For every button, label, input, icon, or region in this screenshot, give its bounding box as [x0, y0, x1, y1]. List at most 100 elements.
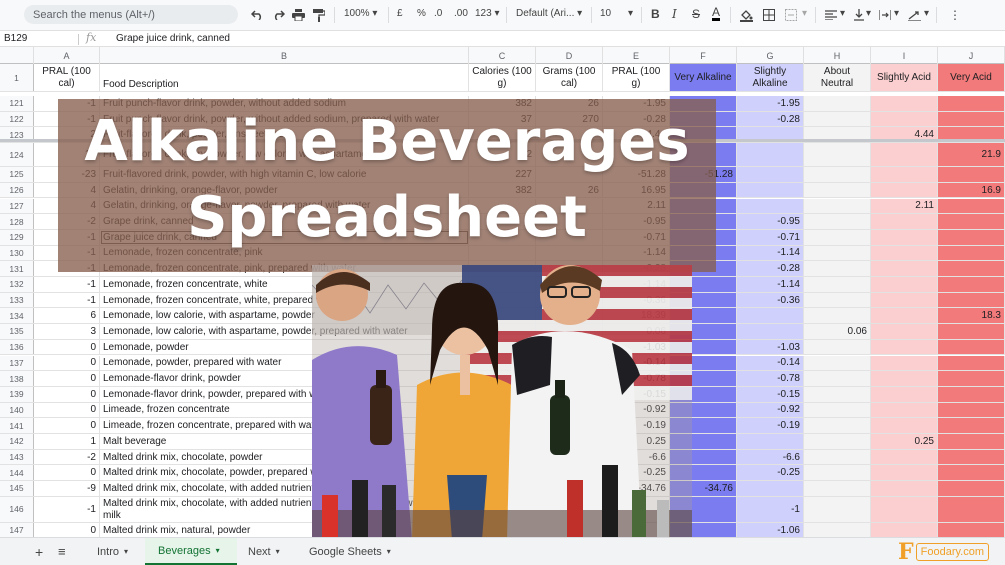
cell-j[interactable]: [938, 355, 1005, 371]
cell-j[interactable]: [938, 229, 1005, 245]
row-number[interactable]: 129: [0, 229, 34, 245]
cell-h[interactable]: [804, 386, 871, 402]
row-number[interactable]: 122: [0, 111, 34, 127]
cell-j[interactable]: [938, 481, 1005, 496]
strikethrough-button[interactable]: S: [692, 7, 700, 21]
cell-g[interactable]: [737, 198, 804, 214]
cell-i[interactable]: [871, 371, 938, 386]
cell-a[interactable]: 0: [34, 371, 100, 386]
header-cell-d[interactable]: Grams (100 cal): [536, 64, 603, 91]
cell-j[interactable]: [938, 465, 1005, 481]
cell-j[interactable]: [938, 214, 1005, 229]
cell-h[interactable]: [804, 434, 871, 449]
row-number[interactable]: 141: [0, 418, 34, 433]
cell-j[interactable]: [938, 339, 1005, 355]
italic-button[interactable]: I: [672, 7, 677, 21]
cell-i[interactable]: [871, 522, 938, 537]
more-options-icon[interactable]: ⋮: [948, 7, 962, 23]
cell-j[interactable]: [938, 292, 1005, 308]
chevron-down-icon[interactable]: ▾: [840, 8, 845, 19]
row-number[interactable]: 139: [0, 386, 34, 402]
decrease-decimal-button[interactable]: .0: [434, 8, 442, 19]
row-number[interactable]: 127: [0, 198, 34, 214]
header-cell-b[interactable]: Food Description: [100, 64, 469, 91]
row-number[interactable]: 137: [0, 355, 34, 371]
cell-h[interactable]: [804, 418, 871, 433]
cell-i[interactable]: [871, 111, 938, 127]
cell-h[interactable]: [804, 292, 871, 308]
row-number[interactable]: 144: [0, 465, 34, 481]
cell-j[interactable]: [938, 167, 1005, 182]
menu-search-input[interactable]: Search the menus (Alt+/): [24, 5, 238, 24]
borders-icon[interactable]: [761, 7, 777, 23]
column-header-e[interactable]: E: [603, 47, 670, 64]
cell-j[interactable]: 21.9: [938, 143, 1005, 167]
increase-decimal-button[interactable]: .00: [454, 8, 468, 19]
header-cell-g[interactable]: Slightly Alkaline: [737, 64, 804, 91]
cell-g[interactable]: -0.95: [737, 214, 804, 229]
cell-g[interactable]: -0.14: [737, 355, 804, 371]
cell-g[interactable]: -0.15: [737, 386, 804, 402]
cell-i[interactable]: [871, 496, 938, 522]
cell-i[interactable]: [871, 214, 938, 229]
cell-h[interactable]: 0.06: [804, 324, 871, 339]
row-number[interactable]: 142: [0, 434, 34, 449]
cell-h[interactable]: [804, 143, 871, 167]
row-number[interactable]: 136: [0, 339, 34, 355]
cell-i[interactable]: [871, 277, 938, 292]
cell-h[interactable]: [804, 198, 871, 214]
cell-g[interactable]: -1.06: [737, 522, 804, 537]
row-number[interactable]: 133: [0, 292, 34, 308]
chevron-down-icon[interactable]: ▾: [628, 8, 633, 19]
sheet-tab-google-sheets[interactable]: Google Sheets ▾: [297, 538, 407, 565]
chevron-down-icon[interactable]: ▾: [924, 8, 929, 19]
cell-a[interactable]: -2: [34, 449, 100, 465]
cell-h[interactable]: [804, 245, 871, 261]
currency-format-button[interactable]: £: [397, 8, 403, 19]
cell-j[interactable]: [938, 418, 1005, 433]
cell-i[interactable]: [871, 465, 938, 481]
cell-a[interactable]: -1: [34, 496, 100, 522]
font-family-select[interactable]: Default (Ari... ▾: [516, 8, 582, 19]
row-number[interactable]: 134: [0, 308, 34, 324]
cell-i[interactable]: [871, 355, 938, 371]
row-number[interactable]: 131: [0, 261, 34, 276]
select-all-corner[interactable]: [0, 47, 34, 64]
cell-g[interactable]: -0.92: [737, 402, 804, 418]
cell-i[interactable]: [871, 324, 938, 339]
cell-h[interactable]: [804, 229, 871, 245]
redo-icon[interactable]: [270, 7, 286, 23]
cell-h[interactable]: [804, 481, 871, 496]
cell-j[interactable]: [938, 386, 1005, 402]
cell-a[interactable]: 6: [34, 308, 100, 324]
column-header-d[interactable]: D: [536, 47, 603, 64]
cell-i[interactable]: [871, 418, 938, 433]
cell-j[interactable]: [938, 261, 1005, 276]
align-left-icon[interactable]: [823, 7, 839, 23]
cell-h[interactable]: [804, 339, 871, 355]
cell-j[interactable]: [938, 324, 1005, 339]
row-number[interactable]: 132: [0, 277, 34, 292]
cell-i[interactable]: 2.11: [871, 198, 938, 214]
cell-a[interactable]: 3: [34, 324, 100, 339]
cell-h[interactable]: [804, 522, 871, 537]
cell-j[interactable]: [938, 111, 1005, 127]
cell-i[interactable]: [871, 386, 938, 402]
row-number[interactable]: 121: [0, 96, 34, 111]
cell-i[interactable]: [871, 449, 938, 465]
row-number[interactable]: 124: [0, 143, 34, 167]
cell-g[interactable]: [737, 182, 804, 198]
cell-a[interactable]: 0: [34, 402, 100, 418]
cell-g[interactable]: -1.14: [737, 245, 804, 261]
chevron-down-icon[interactable]: ▾: [802, 8, 807, 19]
cell-g[interactable]: -0.28: [737, 111, 804, 127]
cell-h[interactable]: [804, 402, 871, 418]
cell-i[interactable]: [871, 339, 938, 355]
cell-g[interactable]: -0.19: [737, 418, 804, 433]
font-size-select[interactable]: 10: [600, 8, 611, 19]
cell-g[interactable]: -1.95: [737, 96, 804, 111]
cell-g[interactable]: [737, 167, 804, 182]
cell-a[interactable]: 0: [34, 465, 100, 481]
merge-cells-icon[interactable]: [783, 7, 799, 23]
cell-h[interactable]: [804, 308, 871, 324]
